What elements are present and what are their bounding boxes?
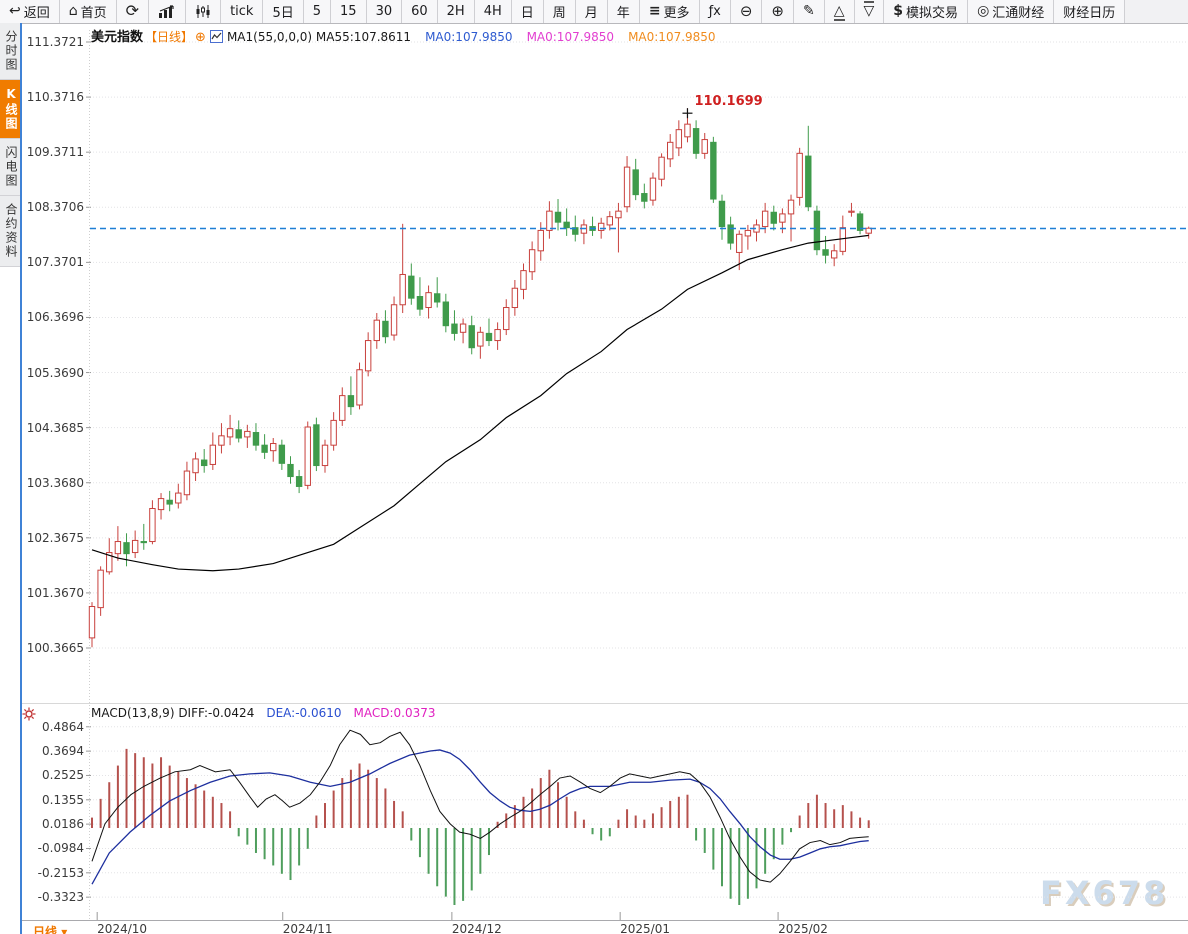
price-tick-label: 108.3706 <box>22 200 84 214</box>
macd-value-readout: MACD:0.0373 <box>354 706 436 720</box>
draw-button[interactable]: ✎ <box>794 0 825 23</box>
period-day-button[interactable]: 日 <box>512 0 544 23</box>
ma0-readout-blue: MA0:107.9850 <box>425 30 513 44</box>
draw-icon: ✎ <box>803 4 815 19</box>
period-5-button[interactable]: 5 <box>304 0 331 23</box>
volume-chart-icon <box>158 5 176 18</box>
price-tick-label: 102.3675 <box>22 531 84 545</box>
price-tick-label: 110.3716 <box>22 90 84 104</box>
tick-button[interactable]: tick <box>221 0 263 23</box>
x-axis-strip: 日线 ▾ <box>22 920 1188 934</box>
period-selector[interactable]: 日线 ▾ <box>33 923 67 934</box>
calendar-button[interactable]: 财经日历 <box>1054 0 1125 23</box>
period-2h-button[interactable]: 2H <box>438 0 475 23</box>
sidebar-tab-3[interactable]: 合约资料 <box>0 196 20 267</box>
price-tick-label: 106.3696 <box>22 310 84 324</box>
home-icon: ⌂ <box>69 4 78 19</box>
zoom-in-button[interactable]: ⊕ <box>762 0 794 23</box>
left-sidebar: 分时图K线图闪电图合约资料 <box>0 23 22 934</box>
ma0-readout-orange: MA0:107.9850 <box>628 30 716 44</box>
candlestick-icon <box>195 5 211 18</box>
macd-tick-label: -0.2153 <box>22 866 84 880</box>
period-year-button[interactable]: 年 <box>608 0 640 23</box>
top-toolbar: ↩返回⌂首页 ⟳ tick5日51530602H4H日周月年≡更多ƒx ⊖ ⊕ ✎ △ ▽ $模… <box>0 0 1188 24</box>
line-chart-icon[interactable] <box>210 30 223 43</box>
triangle-down-button[interactable]: ▽ <box>855 0 885 23</box>
price-tick-label: 101.3670 <box>22 586 84 600</box>
zoom-in-icon: ⊕ <box>771 4 784 20</box>
macd-tick-label: -0.0984 <box>22 841 84 855</box>
refresh-icon: ⟳ <box>126 3 139 20</box>
period-60-button[interactable]: 60 <box>402 0 438 23</box>
fx678-news-icon: ◎ <box>977 4 989 19</box>
ma1-readout: MA1(55,0,0,0) MA55:107.8611 <box>227 30 411 44</box>
period-month-button[interactable]: 月 <box>576 0 608 23</box>
trading-app-window: ↩返回⌂首页 ⟳ tick5日51530602H4H日周月年≡更多ƒx ⊖ ⊕ ✎ △ ▽ $模… <box>0 0 1188 934</box>
triangle-up-icon: △ <box>834 4 845 19</box>
price-tick-label: 100.3665 <box>22 641 84 655</box>
add-indicator-icon[interactable]: ⊕ <box>195 30 206 45</box>
macd-diff-readout: MACD(13,8,9) DIFF:-0.0424 <box>91 706 254 720</box>
sidebar-tab-1[interactable]: K线图 <box>0 80 20 139</box>
triangle-down-icon: ▽ <box>864 4 875 19</box>
period-week-button[interactable]: 周 <box>544 0 576 23</box>
macd-tick-label: 0.3694 <box>22 744 84 758</box>
date-tick-label: 2024/12 <box>452 922 502 934</box>
macd-tick-label: 0.1355 <box>22 793 84 807</box>
price-tick-label: 105.3690 <box>22 366 84 380</box>
zoom-out-icon: ⊖ <box>740 4 753 20</box>
refresh-button[interactable]: ⟳ <box>117 0 149 23</box>
macd-header: MACD(13,8,9) DIFF:-0.0424 DEA:-0.0610 MACD… <box>91 706 436 720</box>
period-5d-button[interactable]: 5日 <box>263 0 303 23</box>
high-price-annotation: 110.1699 <box>694 94 762 109</box>
period-30-button[interactable]: 30 <box>367 0 403 23</box>
indicator-fx-button[interactable]: ƒx <box>700 0 731 23</box>
period-15-button[interactable]: 15 <box>331 0 367 23</box>
date-tick-label: 2024/10 <box>97 922 147 934</box>
macd-dea-readout: DEA:-0.0610 <box>266 706 341 720</box>
home-button[interactable]: ⌂首页 <box>60 0 117 23</box>
macd-tick-label: 0.4864 <box>22 720 84 734</box>
period-4h-button[interactable]: 4H <box>475 0 512 23</box>
price-tick-label: 104.3685 <box>22 421 84 435</box>
date-tick-label: 2024/11 <box>283 922 333 934</box>
back-button[interactable]: ↩返回 <box>0 0 60 23</box>
more-button[interactable]: ≡更多 <box>640 0 700 23</box>
macd-tick-label: 0.0186 <box>22 817 84 831</box>
back-icon: ↩ <box>9 4 21 19</box>
candlestick-button[interactable] <box>186 0 221 23</box>
sidebar-tab-0[interactable]: 分时图 <box>0 23 20 80</box>
demo-trade-button[interactable]: $模拟交易 <box>884 0 968 23</box>
triangle-up-button[interactable]: △ <box>825 0 855 23</box>
sidebar-tab-2[interactable]: 闪电图 <box>0 139 20 196</box>
macd-tick-label: 0.2525 <box>22 768 84 782</box>
price-tick-label: 111.3721 <box>22 35 84 49</box>
chevron-down-icon: ▾ <box>61 925 67 934</box>
zoom-out-button[interactable]: ⊖ <box>731 0 763 23</box>
main-chart-header: 美元指数【日线】⊕ MA1(55,0,0,0) MA55:107.8611 MA0:… <box>91 26 716 45</box>
demo-trade-icon: $ <box>893 4 903 19</box>
macd-settings-icon[interactable] <box>22 707 36 721</box>
date-tick-label: 2025/02 <box>778 922 828 934</box>
candlestick-chart-canvas[interactable] <box>0 0 1188 934</box>
price-tick-label: 103.3680 <box>22 476 84 490</box>
fx678-news-button[interactable]: ◎汇通财经 <box>968 0 1054 23</box>
period-tag: 【日线】 <box>145 30 193 44</box>
symbol-name: 美元指数 <box>91 30 143 45</box>
date-tick-label: 2025/01 <box>620 922 670 934</box>
more-icon: ≡ <box>649 4 661 19</box>
ma0-readout-magenta: MA0:107.9850 <box>527 30 615 44</box>
price-tick-label: 109.3711 <box>22 145 84 159</box>
macd-tick-label: -0.3323 <box>22 890 84 904</box>
price-tick-label: 107.3701 <box>22 255 84 269</box>
volume-chart-button[interactable] <box>149 0 186 23</box>
